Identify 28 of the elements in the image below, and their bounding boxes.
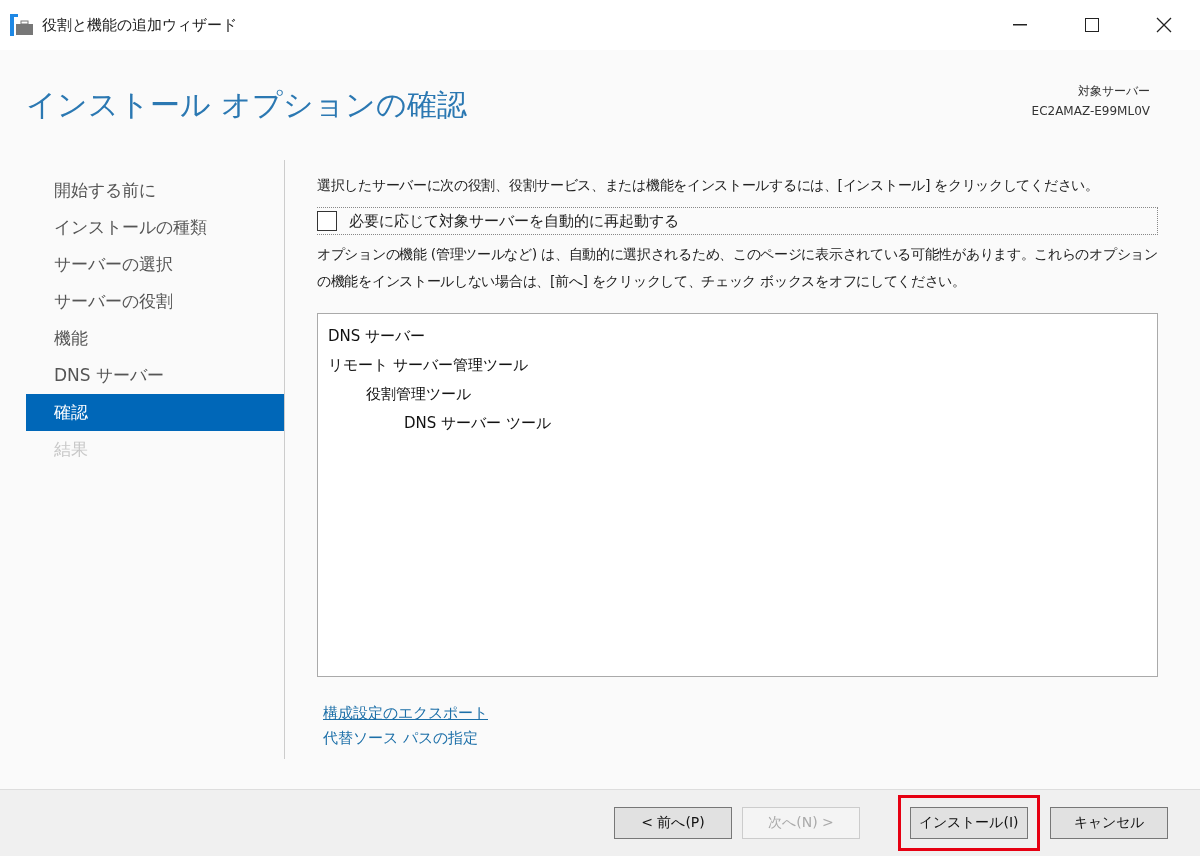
server-name: EC2AMAZ-E99ML0V [1031, 103, 1150, 118]
wizard-button[interactable]: < 前へ(P) [614, 807, 732, 839]
restart-label: 必要に応じて対象サーバーを自動的に再起動する [349, 211, 679, 231]
wizard-step[interactable]: 確認 [26, 394, 284, 431]
wizard-button[interactable]: キャンセル [1050, 807, 1168, 839]
wizard-step[interactable]: 開始する前に [26, 172, 284, 209]
note-text: オプションの機能 (管理ツールなど) は、自動的に選択されるため、このページに表示されている可能性があります。これらのオプションの機能をインストールしない場合は、[前へ] をクリックして、チェック ボックスをオフにしてください。 [317, 245, 1158, 291]
feature-item: 役割管理ツール [365, 384, 472, 405]
wizard-step[interactable]: サーバーの役割 [26, 283, 284, 320]
restart-checkbox[interactable] [317, 211, 337, 231]
wizard-step[interactable]: DNS サーバー [26, 357, 284, 394]
close-icon [1156, 17, 1172, 33]
page-title: インストール オプションの確認 [26, 85, 467, 124]
feature-item: DNS サーバー ツール [403, 413, 552, 434]
feature-item: DNS サーバー [328, 326, 427, 347]
server-label: 対象サーバー [1078, 82, 1150, 100]
link[interactable]: 代替ソース パスの指定 [323, 726, 478, 751]
feature-item: リモート サーバー管理ツール [328, 355, 529, 376]
link[interactable]: 構成設定のエクスポート [323, 701, 488, 726]
wizard-button[interactable]: インストール(I) [910, 807, 1028, 839]
wizard-step[interactable]: インストールの種類 [26, 209, 284, 246]
maximize-icon [1085, 18, 1099, 32]
minimize-icon [1013, 24, 1027, 26]
toolbox-icon [10, 14, 34, 36]
wizard-step[interactable]: 機能 [26, 320, 284, 357]
wizard-step[interactable]: サーバーの選択 [26, 246, 284, 283]
instruction-text: 選択したサーバーに次の役割、役割サービス、または機能をインストールするには、[インストール] をクリックしてください。 [317, 176, 1100, 195]
window-title: 役割と機能の追加ウィザード [42, 15, 238, 35]
